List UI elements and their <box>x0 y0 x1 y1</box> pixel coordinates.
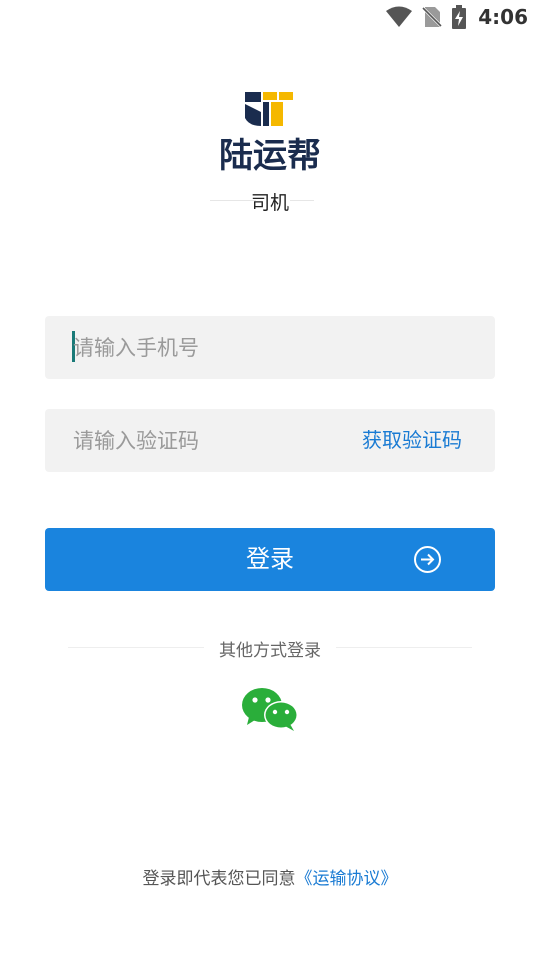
phone-input[interactable] <box>73 316 353 379</box>
role-subtitle-row: 司机 <box>0 186 540 216</box>
other-login-label: 其他方式登录 <box>219 641 321 661</box>
code-field[interactable]: 获取验证码 <box>45 409 495 472</box>
battery-charging-icon <box>452 5 467 29</box>
agreement-link[interactable]: 《运输协议》 <box>296 869 398 889</box>
wechat-icon[interactable] <box>241 686 299 738</box>
no-sim-icon <box>422 6 443 28</box>
get-code-button[interactable]: 获取验证码 <box>362 409 462 472</box>
clock-time: 4:06 <box>478 5 528 29</box>
verification-code-input[interactable] <box>73 409 353 472</box>
agreement-text: 登录即代表您已同意《运输协议》 <box>0 864 540 889</box>
app-logo-icon <box>243 92 297 128</box>
login-button[interactable]: 登录 <box>45 528 495 591</box>
brand-name: 陆运帮 <box>219 136 321 176</box>
phone-field[interactable] <box>45 316 495 379</box>
status-bar: 4:06 <box>0 0 540 36</box>
role-label: 司机 <box>250 192 289 214</box>
other-login-divider: 其他方式登录 <box>0 636 540 661</box>
wifi-icon <box>386 6 413 28</box>
arrow-right-circle-icon <box>413 545 442 578</box>
agreement-prefix: 登录即代表您已同意 <box>142 869 296 889</box>
